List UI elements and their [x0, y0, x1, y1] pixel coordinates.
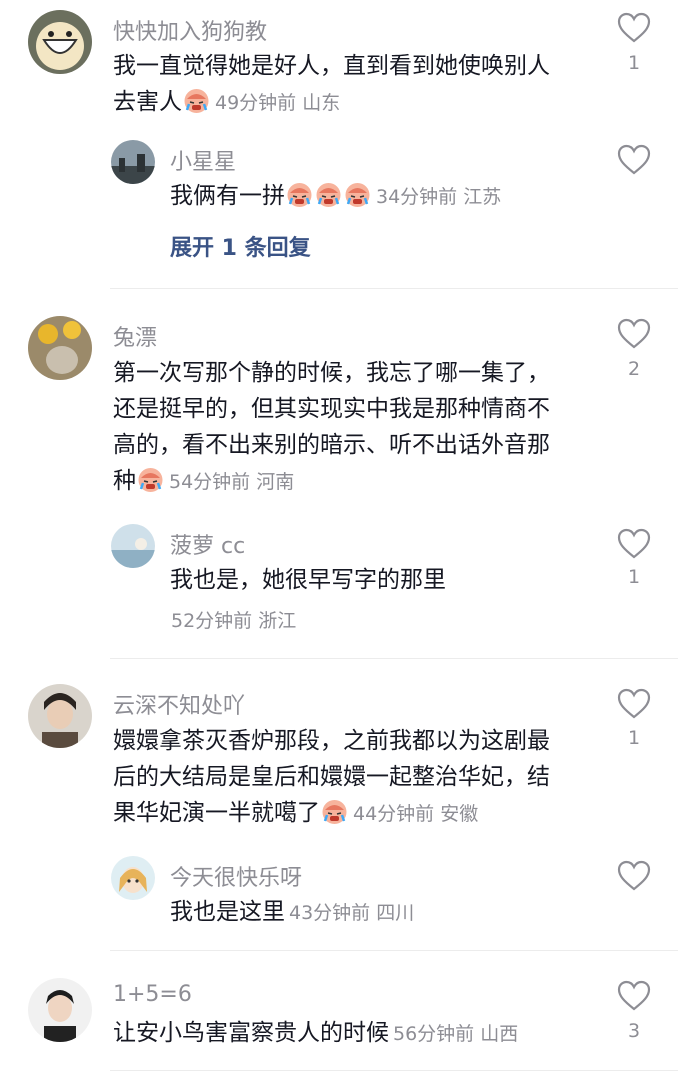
heart-outline-icon[interactable]	[617, 528, 651, 560]
comment-meta: 56分钟前 山西	[393, 1023, 519, 1045]
crying-face-emoji	[183, 87, 210, 114]
heart-outline-icon[interactable]	[617, 980, 651, 1012]
expand-replies-button[interactable]: 展开 1 条回复	[170, 230, 311, 262]
like-count: 2	[627, 358, 641, 380]
comment-meta: 44分钟前 安徽	[353, 803, 479, 825]
avatar[interactable]	[28, 978, 92, 1042]
avatar[interactable]	[28, 316, 92, 380]
avatar[interactable]	[28, 10, 92, 74]
heart-outline-icon[interactable]	[617, 688, 651, 720]
divider	[110, 658, 678, 659]
comment-text: 让安小鸟害富察贵人的时候 56分钟前 山西	[113, 1020, 519, 1046]
heart-outline-icon[interactable]	[617, 144, 651, 176]
commenter-name[interactable]: 云深不知处吖	[113, 688, 245, 720]
crying-face-emoji	[286, 181, 313, 208]
crying-face-emoji	[315, 181, 342, 208]
reply-text: 我也是这里 43分钟前 四川	[170, 899, 415, 925]
comment-text: 嬛嬛拿茶灭香炉那段，之前我都以为这剧最 后的大结局是皇后和嬛嬛一起整治华妃，结 …	[113, 728, 550, 826]
reply-text: 我也是，她很早写字的那里	[170, 567, 446, 593]
crying-face-emoji	[321, 798, 348, 825]
commenter-name[interactable]: 1+5=6	[113, 982, 192, 1007]
like-count: 1	[627, 52, 641, 74]
commenter-name[interactable]: 快快加入狗狗教	[113, 14, 267, 46]
reply-avatar[interactable]	[111, 140, 155, 184]
like-count: 1	[627, 566, 641, 588]
heart-outline-icon[interactable]	[617, 860, 651, 892]
heart-outline-icon[interactable]	[617, 12, 651, 44]
commenter-name[interactable]: 兔漂	[113, 320, 157, 352]
reply-name[interactable]: 小星星	[170, 144, 236, 176]
comment-text: 第一次写那个静的时候，我忘了哪一集了， 还是挺早的，但其实现实中我是那种情商不 …	[113, 360, 550, 494]
reply-meta: 52分钟前 浙江	[171, 610, 297, 632]
reply-name[interactable]: 菠萝 cc	[170, 528, 245, 560]
reply-name[interactable]: 今天很快乐呀	[170, 860, 302, 892]
divider	[110, 288, 678, 289]
comment-text: 我一直觉得她是好人，直到看到她使唤别人 去害人 49分钟前 山东	[113, 53, 550, 115]
reply-meta: 43分钟前 四川	[289, 902, 415, 924]
crying-face-emoji	[344, 181, 371, 208]
reply-meta: 34分钟前 江苏	[376, 186, 502, 208]
reply-text: 我俩有一拼 34分钟前 江苏	[170, 181, 502, 209]
like-count: 1	[627, 727, 641, 749]
like-count: 3	[627, 1020, 641, 1042]
reply-avatar[interactable]	[111, 524, 155, 568]
heart-outline-icon[interactable]	[617, 318, 651, 350]
divider	[110, 1070, 678, 1071]
comment-meta: 49分钟前 山东	[215, 92, 341, 114]
reply-avatar[interactable]	[111, 856, 155, 900]
divider	[110, 950, 678, 951]
crying-face-emoji	[137, 466, 164, 493]
avatar[interactable]	[28, 684, 92, 748]
comment-meta: 54分钟前 河南	[169, 471, 295, 493]
